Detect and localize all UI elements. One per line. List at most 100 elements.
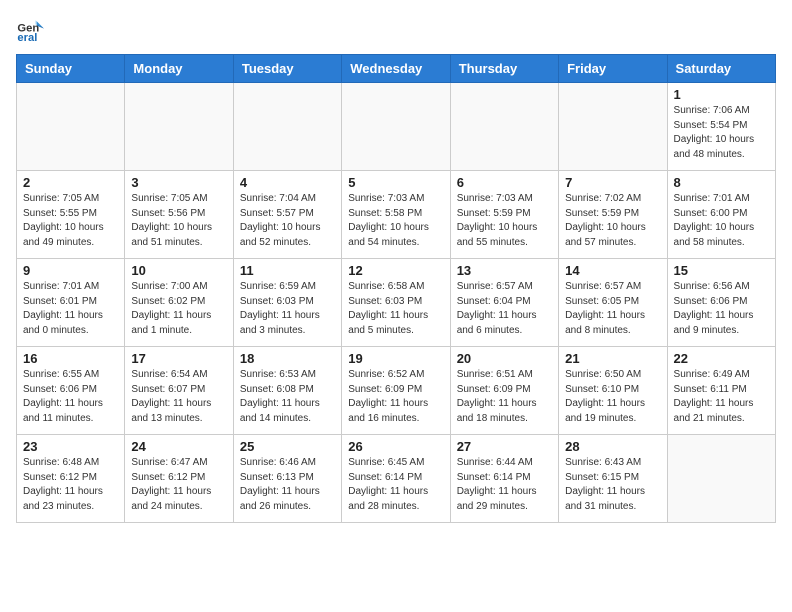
calendar-cell: 8 Sunrise: 7:01 AMSunset: 6:00 PMDayligh…	[667, 171, 775, 259]
day-number: 27	[457, 439, 552, 454]
day-number: 1	[674, 87, 769, 102]
calendar-cell	[233, 83, 341, 171]
day-info: Sunrise: 6:46 AMSunset: 6:13 PMDaylight:…	[240, 456, 335, 514]
calendar-cell: 18 Sunrise: 6:53 AMSunset: 6:08 PMDaylig…	[233, 347, 341, 435]
calendar-cell: 13 Sunrise: 6:57 AMSunset: 6:04 PMDaylig…	[450, 259, 558, 347]
day-info: Sunrise: 7:01 AMSunset: 6:01 PMDaylight:…	[23, 280, 118, 338]
calendar-cell: 10 Sunrise: 7:00 AMSunset: 6:02 PMDaylig…	[125, 259, 233, 347]
calendar-cell: 12 Sunrise: 6:58 AMSunset: 6:03 PMDaylig…	[342, 259, 450, 347]
weekday-header-wednesday: Wednesday	[342, 55, 450, 83]
calendar-cell: 24 Sunrise: 6:47 AMSunset: 6:12 PMDaylig…	[125, 435, 233, 523]
page-header: Gen eral	[16, 16, 776, 44]
day-info: Sunrise: 7:03 AMSunset: 5:59 PMDaylight:…	[457, 192, 552, 250]
day-number: 14	[565, 263, 660, 278]
calendar-cell: 21 Sunrise: 6:50 AMSunset: 6:10 PMDaylig…	[559, 347, 667, 435]
day-info: Sunrise: 7:00 AMSunset: 6:02 PMDaylight:…	[131, 280, 226, 338]
day-info: Sunrise: 6:44 AMSunset: 6:14 PMDaylight:…	[457, 456, 552, 514]
day-info: Sunrise: 7:06 AMSunset: 5:54 PMDaylight:…	[674, 104, 769, 162]
day-number: 24	[131, 439, 226, 454]
calendar-cell	[342, 83, 450, 171]
weekday-header-monday: Monday	[125, 55, 233, 83]
calendar-cell	[125, 83, 233, 171]
day-info: Sunrise: 7:03 AMSunset: 5:58 PMDaylight:…	[348, 192, 443, 250]
day-info: Sunrise: 6:57 AMSunset: 6:04 PMDaylight:…	[457, 280, 552, 338]
day-info: Sunrise: 6:56 AMSunset: 6:06 PMDaylight:…	[674, 280, 769, 338]
day-info: Sunrise: 7:05 AMSunset: 5:56 PMDaylight:…	[131, 192, 226, 250]
calendar-cell: 23 Sunrise: 6:48 AMSunset: 6:12 PMDaylig…	[17, 435, 125, 523]
day-info: Sunrise: 6:43 AMSunset: 6:15 PMDaylight:…	[565, 456, 660, 514]
day-number: 3	[131, 175, 226, 190]
day-number: 28	[565, 439, 660, 454]
calendar-cell	[450, 83, 558, 171]
day-info: Sunrise: 6:45 AMSunset: 6:14 PMDaylight:…	[348, 456, 443, 514]
svg-text:eral: eral	[17, 32, 37, 44]
day-number: 10	[131, 263, 226, 278]
day-number: 16	[23, 351, 118, 366]
week-row-3: 9 Sunrise: 7:01 AMSunset: 6:01 PMDayligh…	[17, 259, 776, 347]
day-number: 4	[240, 175, 335, 190]
day-info: Sunrise: 6:57 AMSunset: 6:05 PMDaylight:…	[565, 280, 660, 338]
calendar-cell: 19 Sunrise: 6:52 AMSunset: 6:09 PMDaylig…	[342, 347, 450, 435]
calendar-cell: 26 Sunrise: 6:45 AMSunset: 6:14 PMDaylig…	[342, 435, 450, 523]
day-number: 19	[348, 351, 443, 366]
day-info: Sunrise: 7:04 AMSunset: 5:57 PMDaylight:…	[240, 192, 335, 250]
weekday-header-sunday: Sunday	[17, 55, 125, 83]
calendar-cell	[667, 435, 775, 523]
calendar-cell: 27 Sunrise: 6:44 AMSunset: 6:14 PMDaylig…	[450, 435, 558, 523]
week-row-5: 23 Sunrise: 6:48 AMSunset: 6:12 PMDaylig…	[17, 435, 776, 523]
calendar-cell	[17, 83, 125, 171]
day-info: Sunrise: 6:53 AMSunset: 6:08 PMDaylight:…	[240, 368, 335, 426]
calendar-cell: 4 Sunrise: 7:04 AMSunset: 5:57 PMDayligh…	[233, 171, 341, 259]
day-info: Sunrise: 6:49 AMSunset: 6:11 PMDaylight:…	[674, 368, 769, 426]
day-info: Sunrise: 7:02 AMSunset: 5:59 PMDaylight:…	[565, 192, 660, 250]
calendar-cell: 5 Sunrise: 7:03 AMSunset: 5:58 PMDayligh…	[342, 171, 450, 259]
calendar-cell: 17 Sunrise: 6:54 AMSunset: 6:07 PMDaylig…	[125, 347, 233, 435]
day-number: 21	[565, 351, 660, 366]
day-number: 7	[565, 175, 660, 190]
calendar-cell: 7 Sunrise: 7:02 AMSunset: 5:59 PMDayligh…	[559, 171, 667, 259]
day-info: Sunrise: 6:59 AMSunset: 6:03 PMDaylight:…	[240, 280, 335, 338]
day-number: 5	[348, 175, 443, 190]
day-info: Sunrise: 6:50 AMSunset: 6:10 PMDaylight:…	[565, 368, 660, 426]
day-info: Sunrise: 6:54 AMSunset: 6:07 PMDaylight:…	[131, 368, 226, 426]
calendar-cell: 9 Sunrise: 7:01 AMSunset: 6:01 PMDayligh…	[17, 259, 125, 347]
day-info: Sunrise: 6:48 AMSunset: 6:12 PMDaylight:…	[23, 456, 118, 514]
day-number: 22	[674, 351, 769, 366]
calendar-cell: 11 Sunrise: 6:59 AMSunset: 6:03 PMDaylig…	[233, 259, 341, 347]
day-info: Sunrise: 6:51 AMSunset: 6:09 PMDaylight:…	[457, 368, 552, 426]
day-number: 6	[457, 175, 552, 190]
day-number: 25	[240, 439, 335, 454]
day-info: Sunrise: 6:55 AMSunset: 6:06 PMDaylight:…	[23, 368, 118, 426]
day-number: 23	[23, 439, 118, 454]
calendar-cell: 6 Sunrise: 7:03 AMSunset: 5:59 PMDayligh…	[450, 171, 558, 259]
week-row-1: 1 Sunrise: 7:06 AMSunset: 5:54 PMDayligh…	[17, 83, 776, 171]
calendar-cell: 14 Sunrise: 6:57 AMSunset: 6:05 PMDaylig…	[559, 259, 667, 347]
day-info: Sunrise: 7:01 AMSunset: 6:00 PMDaylight:…	[674, 192, 769, 250]
logo-icon: Gen eral	[16, 16, 44, 44]
weekday-header-friday: Friday	[559, 55, 667, 83]
day-info: Sunrise: 7:05 AMSunset: 5:55 PMDaylight:…	[23, 192, 118, 250]
calendar-table: SundayMondayTuesdayWednesdayThursdayFrid…	[16, 54, 776, 523]
calendar-cell: 25 Sunrise: 6:46 AMSunset: 6:13 PMDaylig…	[233, 435, 341, 523]
calendar-cell: 3 Sunrise: 7:05 AMSunset: 5:56 PMDayligh…	[125, 171, 233, 259]
day-number: 12	[348, 263, 443, 278]
calendar-cell: 28 Sunrise: 6:43 AMSunset: 6:15 PMDaylig…	[559, 435, 667, 523]
day-info: Sunrise: 6:58 AMSunset: 6:03 PMDaylight:…	[348, 280, 443, 338]
day-number: 20	[457, 351, 552, 366]
day-number: 13	[457, 263, 552, 278]
day-info: Sunrise: 6:52 AMSunset: 6:09 PMDaylight:…	[348, 368, 443, 426]
day-number: 17	[131, 351, 226, 366]
calendar-cell: 1 Sunrise: 7:06 AMSunset: 5:54 PMDayligh…	[667, 83, 775, 171]
day-number: 2	[23, 175, 118, 190]
day-number: 11	[240, 263, 335, 278]
calendar-cell	[559, 83, 667, 171]
logo: Gen eral	[16, 16, 48, 44]
calendar-cell: 16 Sunrise: 6:55 AMSunset: 6:06 PMDaylig…	[17, 347, 125, 435]
calendar-cell: 2 Sunrise: 7:05 AMSunset: 5:55 PMDayligh…	[17, 171, 125, 259]
calendar-cell: 15 Sunrise: 6:56 AMSunset: 6:06 PMDaylig…	[667, 259, 775, 347]
day-info: Sunrise: 6:47 AMSunset: 6:12 PMDaylight:…	[131, 456, 226, 514]
week-row-2: 2 Sunrise: 7:05 AMSunset: 5:55 PMDayligh…	[17, 171, 776, 259]
day-number: 18	[240, 351, 335, 366]
day-number: 9	[23, 263, 118, 278]
calendar-cell: 20 Sunrise: 6:51 AMSunset: 6:09 PMDaylig…	[450, 347, 558, 435]
